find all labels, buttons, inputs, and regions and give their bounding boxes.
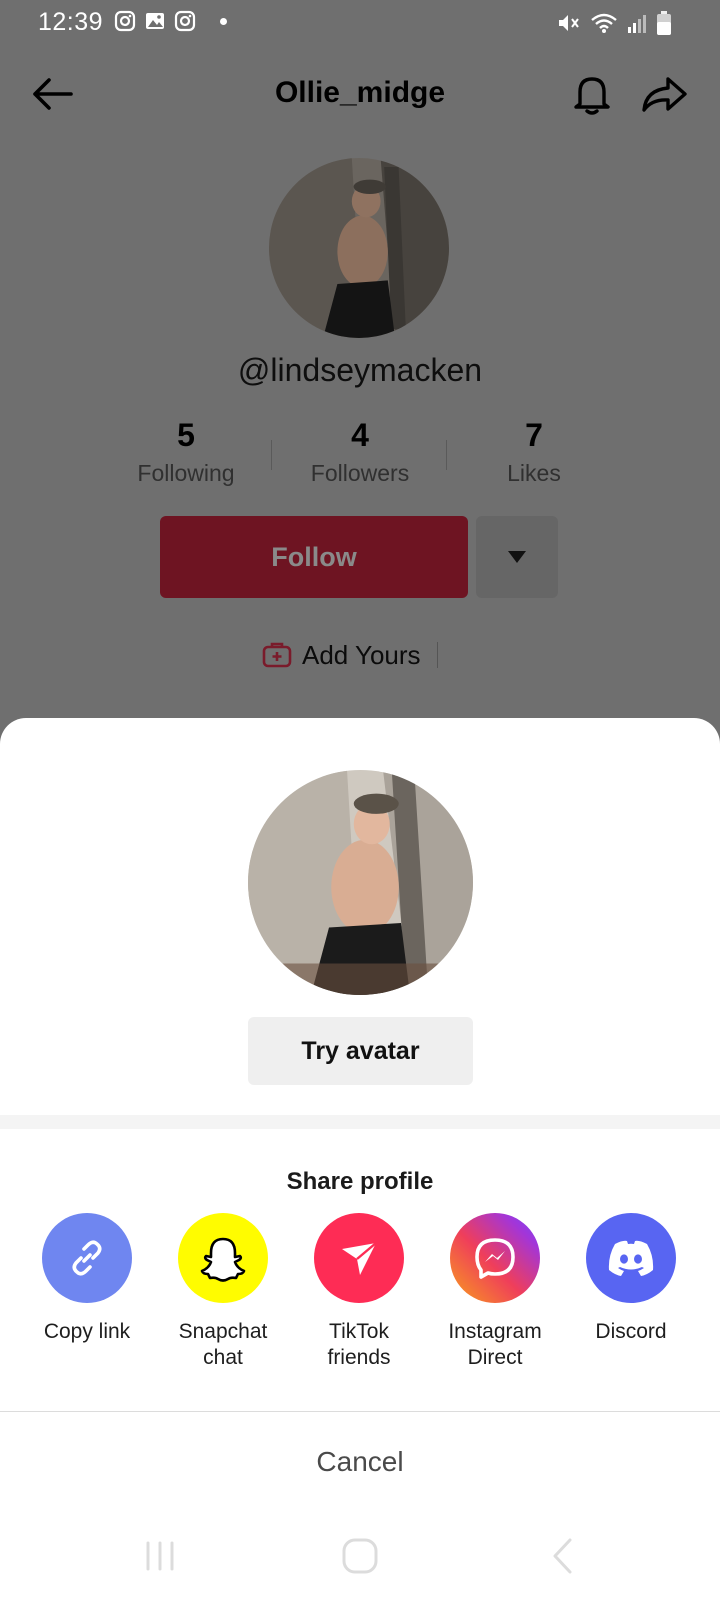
copy-link-circle bbox=[42, 1213, 132, 1303]
discord-label: Discord bbox=[595, 1320, 667, 1343]
suggested-accounts-button[interactable] bbox=[476, 516, 558, 598]
sheet-profile-photo bbox=[248, 770, 473, 995]
home-button[interactable] bbox=[330, 1534, 390, 1578]
add-yours-divider bbox=[436, 642, 438, 668]
section-divider bbox=[0, 1115, 720, 1129]
send-icon bbox=[342, 1242, 377, 1275]
add-yours-button[interactable]: Add Yours bbox=[262, 636, 438, 674]
battery-icon bbox=[656, 10, 672, 41]
caret-down-icon bbox=[508, 551, 526, 563]
share-profile-title: Share profile bbox=[286, 1168, 434, 1195]
instagram-icon bbox=[174, 10, 196, 32]
stat-following-value: 5 bbox=[177, 417, 195, 453]
stat-followers-value: 4 bbox=[351, 417, 369, 453]
home-icon bbox=[342, 1538, 378, 1574]
stat-followers-label: Followers bbox=[310, 460, 410, 486]
status-left-icons bbox=[114, 10, 227, 32]
cancel-button[interactable]: Cancel bbox=[0, 1412, 720, 1512]
snapchat-label: Snapchat chat bbox=[178, 1320, 268, 1369]
instagram-direct-circle bbox=[450, 1213, 540, 1303]
profile-avatar[interactable] bbox=[269, 158, 449, 338]
status-right-icons bbox=[556, 10, 672, 41]
gallery-icon bbox=[144, 10, 166, 32]
recent-apps-icon bbox=[146, 1541, 174, 1571]
mute-icon bbox=[556, 11, 582, 40]
try-avatar-button[interactable]: Try avatar bbox=[248, 1017, 473, 1085]
system-nav-bar bbox=[0, 1512, 720, 1600]
system-back-icon bbox=[553, 1538, 572, 1574]
recent-apps-button[interactable] bbox=[130, 1534, 190, 1578]
discord-circle bbox=[586, 1213, 676, 1303]
notification-dot bbox=[220, 17, 227, 25]
snapchat-icon bbox=[200, 1237, 246, 1282]
status-bar: 12:39 bbox=[0, 0, 720, 46]
share-profile-button[interactable] bbox=[636, 70, 692, 118]
tiktok-friends-label: TikTok friends bbox=[327, 1320, 391, 1369]
share-discord[interactable]: Discord bbox=[563, 1213, 699, 1345]
top-nav: Ollie_midge bbox=[0, 60, 720, 128]
add-yours-label: Add Yours bbox=[302, 639, 421, 670]
signal-icon bbox=[626, 11, 648, 40]
share-copy-link[interactable]: Copy link bbox=[19, 1213, 155, 1345]
stat-likes-value: 7 bbox=[525, 417, 543, 453]
status-time: 12:39 bbox=[38, 8, 104, 36]
share-sheet: Try avatar Share profile Copy link Snapc… bbox=[0, 718, 720, 1600]
copy-link-label: Copy link bbox=[43, 1320, 131, 1343]
snapchat-circle bbox=[178, 1213, 268, 1303]
profile-stats: 5 Following 4 Followers 7 Likes bbox=[0, 416, 720, 496]
stat-divider bbox=[446, 440, 447, 470]
bell-icon bbox=[574, 77, 610, 115]
add-yours-icon bbox=[262, 642, 292, 668]
stat-divider bbox=[271, 440, 272, 470]
share-targets-row: Copy link Snapchat chat TikTok friends I… bbox=[0, 1213, 720, 1383]
notification-bell-button[interactable] bbox=[568, 70, 616, 118]
wifi-icon bbox=[590, 11, 618, 40]
tiktok-friends-circle bbox=[314, 1213, 404, 1303]
stat-followers[interactable]: 4 Followers bbox=[280, 416, 440, 487]
follow-button[interactable]: Follow bbox=[160, 516, 468, 598]
stat-following[interactable]: 5 Following bbox=[106, 416, 266, 487]
share-instagram-direct[interactable]: Instagram Direct bbox=[427, 1213, 563, 1371]
discord-icon bbox=[608, 1240, 654, 1276]
profile-handle: @lindseymacken bbox=[237, 352, 483, 388]
link-icon bbox=[72, 1240, 102, 1276]
stat-likes[interactable]: 7 Likes bbox=[454, 416, 614, 487]
share-icon bbox=[642, 77, 687, 112]
instagram-direct-label: Instagram Direct bbox=[448, 1320, 542, 1369]
stat-likes-label: Likes bbox=[507, 460, 561, 486]
stat-following-label: Following bbox=[137, 460, 235, 486]
messenger-icon bbox=[475, 1238, 515, 1279]
share-snapchat[interactable]: Snapchat chat bbox=[155, 1213, 291, 1371]
system-back-button[interactable] bbox=[532, 1534, 592, 1578]
instagram-icon bbox=[114, 10, 136, 32]
share-tiktok-friends[interactable]: TikTok friends bbox=[291, 1213, 427, 1371]
